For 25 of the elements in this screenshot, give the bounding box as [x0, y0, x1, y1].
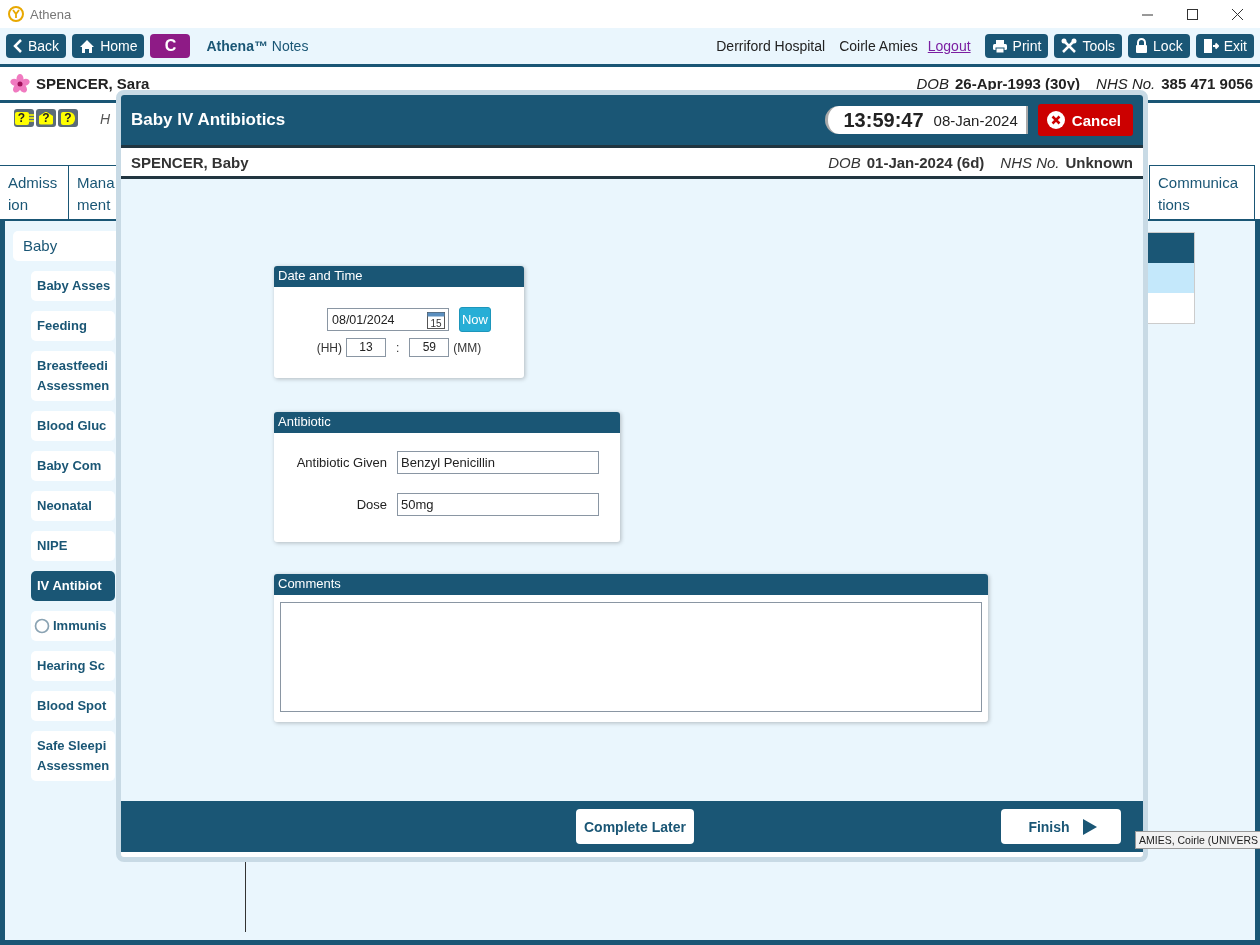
clock-display: 13:59:47 08-Jan-2024	[824, 106, 1028, 134]
dob-label: DOB	[828, 153, 861, 171]
nhs-number: Unknown	[1065, 153, 1133, 171]
time-separator: :	[396, 340, 400, 355]
nhs-label: NHS No.	[1096, 75, 1156, 92]
panel-title: Antibiotic	[274, 412, 620, 433]
dialog-title: Baby IV Antibiotics	[131, 110, 286, 130]
user-name: Coirle Amies	[839, 38, 918, 54]
patient-name: SPENCER, Sara	[36, 75, 150, 92]
nhs-number: 385 471 9056	[1161, 75, 1253, 92]
hours-label: (HH)	[316, 340, 342, 355]
minutes-label: (MM)	[453, 340, 482, 355]
field-label: Antibiotic Given	[295, 455, 387, 470]
hospital-name: Derriford Hospital	[716, 38, 826, 54]
alert-note: H	[100, 111, 111, 127]
panel-title: Comments	[274, 574, 988, 595]
nhs-label: NHS No.	[1000, 153, 1060, 171]
app-name: Athena™ Notes	[206, 38, 309, 54]
dob-value: 01-Jan-2024 (6d)	[866, 153, 985, 171]
patient-name: SPENCER, Baby	[131, 153, 249, 171]
tooltip: AMIES, Coirle (UNIVERS	[1134, 831, 1260, 849]
dob-label: DOB	[916, 75, 949, 92]
field-label: Dose	[355, 497, 387, 512]
panel-title: Date and Time	[274, 266, 524, 287]
window-title: Athena	[30, 6, 72, 22]
